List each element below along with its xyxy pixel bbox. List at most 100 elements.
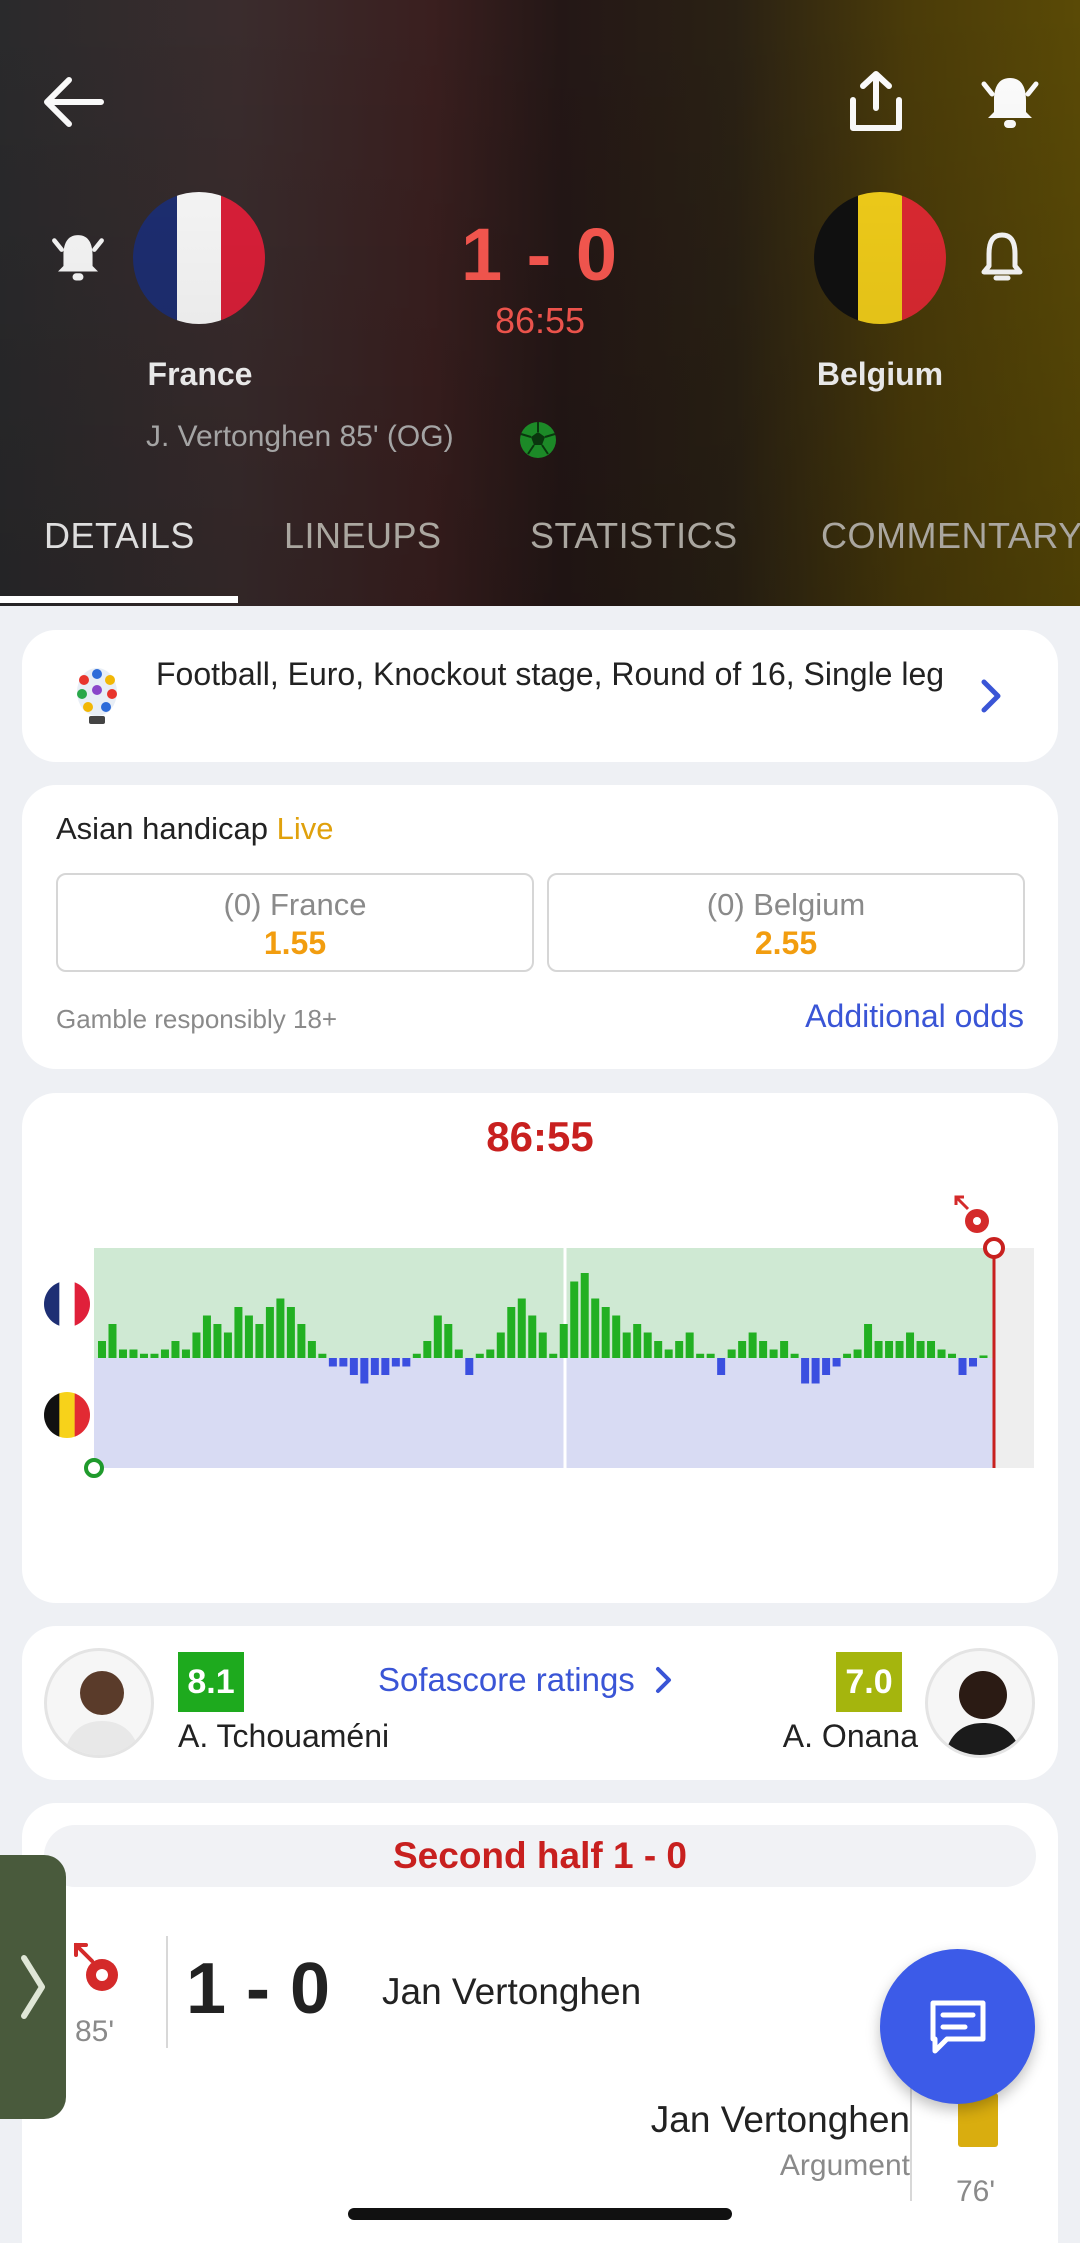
momentum-bar [454,1349,463,1358]
momentum-bar [402,1358,411,1367]
momentum-bar [391,1358,400,1367]
side-panel-handle[interactable] [0,1855,66,2119]
sofascore-ratings-link[interactable]: Sofascore ratings [378,1661,676,1699]
card-reason: Argument [779,2149,910,2182]
momentum-bar [612,1315,621,1358]
momentum-bar [139,1353,148,1358]
bell-ringing-icon[interactable] [44,224,112,288]
momentum-bar [192,1332,201,1358]
momentum-bar [370,1358,379,1375]
odds-away-value: 2.55 [754,925,818,961]
momentum-bar [538,1332,547,1358]
momentum-bar [150,1353,159,1358]
own-goal-arrow [954,1195,970,1211]
chat-icon [930,2000,985,2053]
momentum-bar [223,1332,232,1358]
odds-away-label: (0) Belgium [706,887,866,922]
sofascore-ratings-label: Sofascore ratings [378,1661,635,1698]
goal-minute: 85' [75,2015,115,2048]
momentum-bar [790,1353,799,1358]
tab-details[interactable]: DETAILS [44,515,195,557]
momentum-bar [549,1353,558,1358]
momentum-bar [98,1341,106,1358]
back-arrow-icon[interactable] [36,72,110,132]
momentum-bar [706,1353,715,1358]
tab-bar: DETAILS LINEUPS STATISTICS COMMENTARY [0,515,1080,606]
remaining-time-area [994,1248,1034,1468]
tab-lineups[interactable]: LINEUPS [284,515,442,557]
france-flag-icon [44,1281,90,1327]
momentum-bar [801,1358,810,1384]
momentum-bar [433,1315,442,1358]
momentum-bar [160,1349,169,1358]
tab-commentary[interactable]: COMMENTARY [821,515,1080,557]
momentum-bar [328,1358,337,1367]
momentum-bar [979,1355,988,1358]
momentum-bar [937,1349,946,1358]
momentum-bar [906,1332,915,1358]
match-clock: 86:55 [494,300,586,341]
away-player-name: A. Onana [782,1718,918,1754]
belgium-flag-icon [814,192,946,324]
card-player[interactable]: Jan Vertonghen [651,2099,910,2141]
additional-odds-link[interactable]: Additional odds [805,998,1024,1035]
momentum-bar [591,1298,600,1358]
momentum-bar [780,1341,789,1358]
momentum-bar [234,1307,243,1358]
momentum-bar [496,1332,505,1358]
momentum-bar [559,1324,568,1358]
bell-ringing-icon[interactable] [975,66,1045,136]
live-label: Live [276,811,334,846]
momentum-bar [181,1349,190,1358]
momentum-bar [738,1341,747,1358]
momentum-bar [843,1353,852,1358]
momentum-bar [171,1341,180,1358]
momentum-bar [664,1349,673,1358]
momentum-bar [864,1324,873,1358]
bell-icon[interactable] [970,226,1034,290]
competition-card[interactable]: Football, Euro, Knockout stage, Round of… [22,630,1058,762]
odds-title-text: Asian handicap [56,811,268,846]
momentum-bar [286,1307,295,1358]
odds-home-label: (0) France [223,887,367,922]
chevron-right-icon[interactable] [976,676,1006,721]
france-flag-icon [133,192,265,324]
home-rating-badge: 8.1 [178,1652,244,1712]
odds-away-button[interactable]: (0) Belgium 2.55 [547,873,1025,972]
momentum-bar [297,1324,306,1358]
goal-scorer-text: J. Vertonghen 85' (OG) [146,420,454,453]
competition-text: Football, Euro, Knockout stage, Round of… [156,656,945,692]
momentum-bar [654,1341,663,1358]
momentum-bar [276,1298,285,1358]
ratings-card[interactable]: 8.1 A. Tchouaméni Sofascore ratings 7.0 … [22,1626,1058,1780]
share-icon[interactable] [845,68,907,134]
momentum-bar [528,1315,537,1358]
momentum-bar [129,1349,138,1358]
gamble-responsibly-text: Gamble responsibly 18+ [56,1004,338,1034]
avatar[interactable] [925,1648,1035,1758]
momentum-bar [832,1358,841,1367]
momentum-bar [916,1341,925,1358]
momentum-bar [118,1349,127,1358]
home-team-name[interactable]: France [100,356,300,393]
momentum-bar [895,1341,904,1358]
avatar[interactable] [44,1648,154,1758]
momentum-bar [853,1349,862,1358]
momentum-bar [244,1315,253,1358]
momentum-bar [213,1324,222,1358]
away-team-name[interactable]: Belgium [780,356,980,393]
match-header: France 1 - 0 86:55 Belgium J. Vertonghen… [0,0,1080,606]
chat-button[interactable] [880,1949,1035,2104]
goal-player[interactable]: Jan Vertonghen [382,1971,641,2013]
momentum-bar [318,1353,327,1358]
momentum-bar [874,1341,883,1358]
momentum-bar [885,1341,894,1358]
tab-statistics[interactable]: STATISTICS [530,515,738,557]
momentum-bar [444,1324,453,1358]
momentum-bar [727,1349,736,1358]
momentum-bar [675,1341,684,1358]
momentum-bar [381,1358,390,1375]
momentum-bar [748,1332,757,1358]
odds-home-button[interactable]: (0) France 1.55 [56,873,534,972]
home-indicator [348,2208,732,2220]
